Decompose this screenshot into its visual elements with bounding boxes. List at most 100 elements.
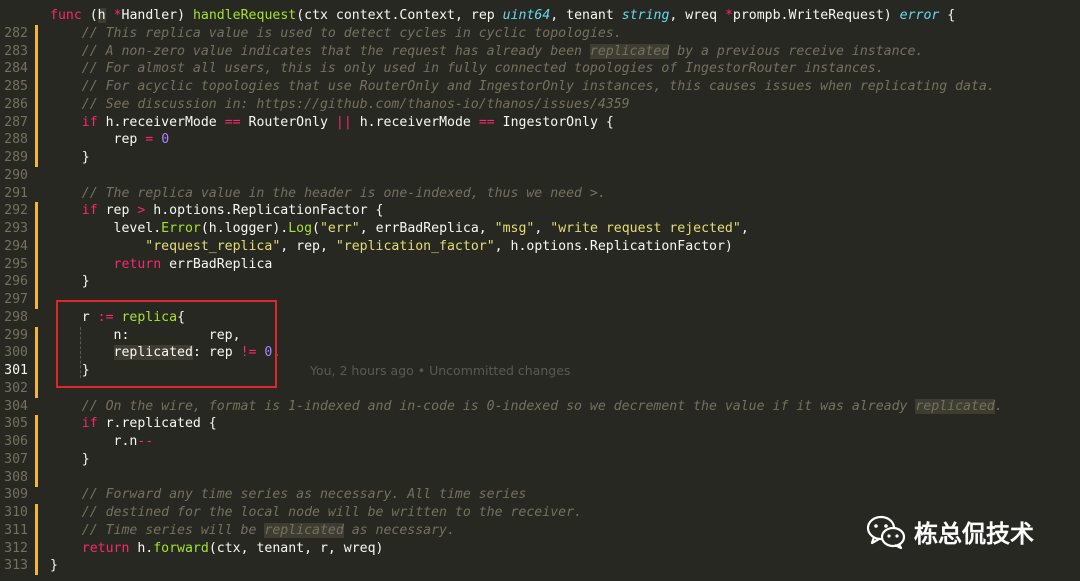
line-number: 287 (4, 114, 28, 130)
code-line[interactable]: 286 // See discussion in: https://github… (0, 95, 1080, 114)
code-line[interactable]: 305 if r.replicated { (0, 415, 1080, 434)
code-token: } (50, 274, 90, 290)
code-line[interactable]: 306 r.n-- (0, 433, 1080, 451)
line-number: 293 (4, 221, 28, 236)
code-token: if (81, 416, 98, 432)
code-line[interactable]: 288 rep = 0 (0, 131, 1080, 150)
modified-gutter-marker (35, 149, 38, 167)
line-number: 299 (4, 327, 28, 343)
line-number: 294 (4, 238, 28, 254)
line-number: 298 (4, 309, 28, 325)
code-token: ( (81, 8, 98, 23)
code-token: if (81, 203, 98, 219)
code-line[interactable]: 295 return errBadReplica (0, 255, 1080, 274)
code-line[interactable]: func (h *Handler) handleRequest(ctx cont… (0, 7, 1080, 25)
code-token: return (113, 256, 162, 272)
line-number: 310 (4, 505, 28, 520)
wechat-icon (866, 515, 906, 549)
modified-gutter-marker (35, 220, 38, 238)
line-number: 309 (4, 487, 28, 503)
line-number: 283 (4, 43, 28, 59)
code-token: Handler) (121, 8, 193, 23)
code-line[interactable]: 291 // The replica value in the header i… (0, 185, 1080, 203)
code-token: (h.logger). (200, 221, 289, 236)
code-line[interactable]: 285 // For acyclic topologies that use R… (0, 78, 1080, 96)
code-token: "msg" (494, 221, 535, 236)
code-line[interactable]: 287 if h.receiverMode == RouterOnly || h… (0, 113, 1080, 132)
code-token: 0 (161, 132, 170, 148)
code-token: replicated (589, 43, 670, 59)
code-line[interactable]: 294 "request_replica", rep, "replication… (0, 237, 1080, 256)
code-text: "request_replica", rep, "replication_fac… (50, 238, 733, 256)
code-token: , errBadReplica, (359, 221, 495, 236)
line-number: 306 (4, 434, 28, 449)
code-line[interactable]: 284 // For almost all users, this is onl… (0, 60, 1080, 79)
code-token: rep (50, 132, 146, 148)
code-token: h.options.ReplicationFactor { (145, 203, 384, 219)
code-line[interactable]: 313} (0, 557, 1080, 576)
code-text: } (50, 451, 90, 469)
code-text: // For acyclic topologies that use Route… (50, 78, 995, 96)
modified-gutter-marker (35, 273, 38, 292)
code-token: // See discussion in: https://github.com… (50, 96, 630, 112)
code-token: errBadReplica (161, 256, 273, 272)
line-number: 286 (4, 96, 28, 112)
code-token: * (724, 8, 733, 23)
code-line[interactable]: 283 // A non-zero value indicates that t… (0, 42, 1080, 61)
line-number: 284 (4, 61, 28, 77)
code-editor[interactable]: func (h *Handler) handleRequest(ctx cont… (0, 0, 1080, 581)
line-number: 282 (4, 25, 28, 41)
code-token: "replication_factor" (335, 238, 495, 254)
code-token: -- (137, 434, 154, 449)
code-token: rep (97, 203, 138, 219)
code-token: error (899, 8, 940, 23)
code-text: r.n-- (50, 433, 154, 451)
line-number: 300 (4, 345, 28, 361)
code-token: func (50, 8, 82, 23)
code-line[interactable]: 304 // On the wire, format is 1-indexed … (0, 398, 1080, 416)
code-token: "write request rejected" (550, 221, 741, 236)
code-line[interactable]: 282 // This replica value is used to det… (0, 24, 1080, 43)
indent-guide (80, 327, 82, 378)
code-token: // For almost all users, this is only us… (50, 61, 884, 77)
modified-gutter-marker (35, 237, 38, 256)
code-token: prompb.WriteRequest) (732, 8, 900, 23)
code-line[interactable]: 308 (0, 468, 1080, 487)
line-number: 312 (4, 540, 28, 556)
code-line[interactable]: 292 if rep > h.options.ReplicationFactor… (0, 202, 1080, 221)
modified-gutter-marker (35, 557, 38, 576)
line-number: 302 (4, 380, 28, 396)
code-text: // On the wire, format is 1-indexed and … (50, 398, 1003, 416)
code-token: } (50, 451, 90, 467)
code-token: if (81, 114, 98, 130)
line-number: 291 (4, 185, 28, 201)
code-token: , rep, (280, 238, 336, 254)
modified-gutter-marker (35, 95, 38, 114)
code-token: h. (129, 540, 154, 556)
code-text: return h.forward(ctx, tenant, r, wreq) (50, 540, 384, 558)
line-number: 296 (4, 274, 28, 290)
code-line[interactable]: 289 } (0, 149, 1080, 167)
code-token: // The replica value in the header is on… (50, 185, 606, 201)
code-token: ( (312, 221, 320, 236)
code-text: if h.receiverMode == RouterOnly || h.rec… (50, 114, 614, 132)
line-number: 311 (4, 522, 28, 538)
line-number: 285 (4, 79, 28, 94)
code-line[interactable]: 290 (0, 167, 1080, 185)
line-number: 295 (4, 256, 28, 272)
code-token: r.replicated { (97, 416, 217, 432)
code-line[interactable]: 293 level.Error(h.logger).Log("err", err… (0, 220, 1080, 238)
code-line[interactable]: 296 } (0, 273, 1080, 292)
code-line[interactable]: 309 // Forward any time series as necess… (0, 486, 1080, 504)
code-text: } (50, 149, 90, 167)
line-number: 292 (4, 203, 28, 219)
code-line[interactable]: 307 } (0, 450, 1080, 469)
code-text: // See discussion in: https://github.com… (50, 96, 630, 114)
code-text: rep = 0 (50, 131, 170, 149)
code-text: level.Error(h.logger).Log("err", errBadR… (50, 220, 749, 238)
